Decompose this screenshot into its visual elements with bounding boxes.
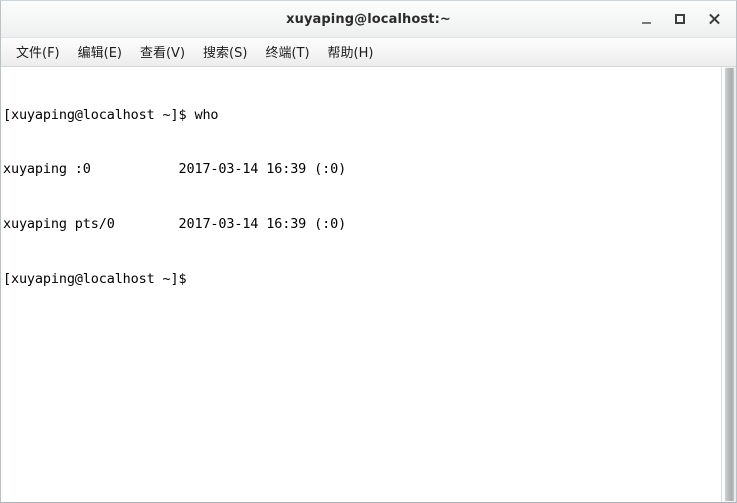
terminal-content-area[interactable]: [xuyaping@localhost ~]$ who xuyaping :0 … [1,67,736,502]
menu-item-search[interactable]: 搜索(S) [194,39,256,65]
vertical-scrollbar[interactable] [721,67,736,502]
terminal-line: [xuyaping@localhost ~]$ who [3,106,219,123]
close-button[interactable] [706,11,722,27]
scrollbar-thumb[interactable] [725,68,734,501]
window-controls [638,1,730,37]
close-icon [708,13,720,25]
maximize-button[interactable] [672,11,688,27]
menu-item-help[interactable]: 帮助(H) [319,39,383,65]
minimize-icon [641,21,651,24]
menu-item-edit[interactable]: 编辑(E) [69,39,131,65]
title-bar[interactable]: xuyaping@localhost:~ [1,1,736,38]
terminal-output[interactable]: [xuyaping@localhost ~]$ who xuyaping :0 … [3,69,718,325]
window-title: xuyaping@localhost:~ [286,11,451,27]
terminal-window: xuyaping@localhost:~ 文件(F) 编辑(E) 查看(V) 搜… [0,0,737,503]
terminal-line: xuyaping pts/0 2017-03-14 16:39 (:0) [3,216,347,233]
menu-item-file[interactable]: 文件(F) [7,39,69,65]
menu-bar: 文件(F) 编辑(E) 查看(V) 搜索(S) 终端(T) 帮助(H) [1,38,736,67]
terminal-line: xuyaping :0 2017-03-14 16:39 (:0) [3,161,347,178]
terminal-line: [xuyaping@localhost ~]$ [3,271,195,288]
maximize-icon [675,14,685,24]
minimize-button[interactable] [638,11,654,27]
menu-item-terminal[interactable]: 终端(T) [256,39,318,65]
menu-item-view[interactable]: 查看(V) [131,39,194,65]
